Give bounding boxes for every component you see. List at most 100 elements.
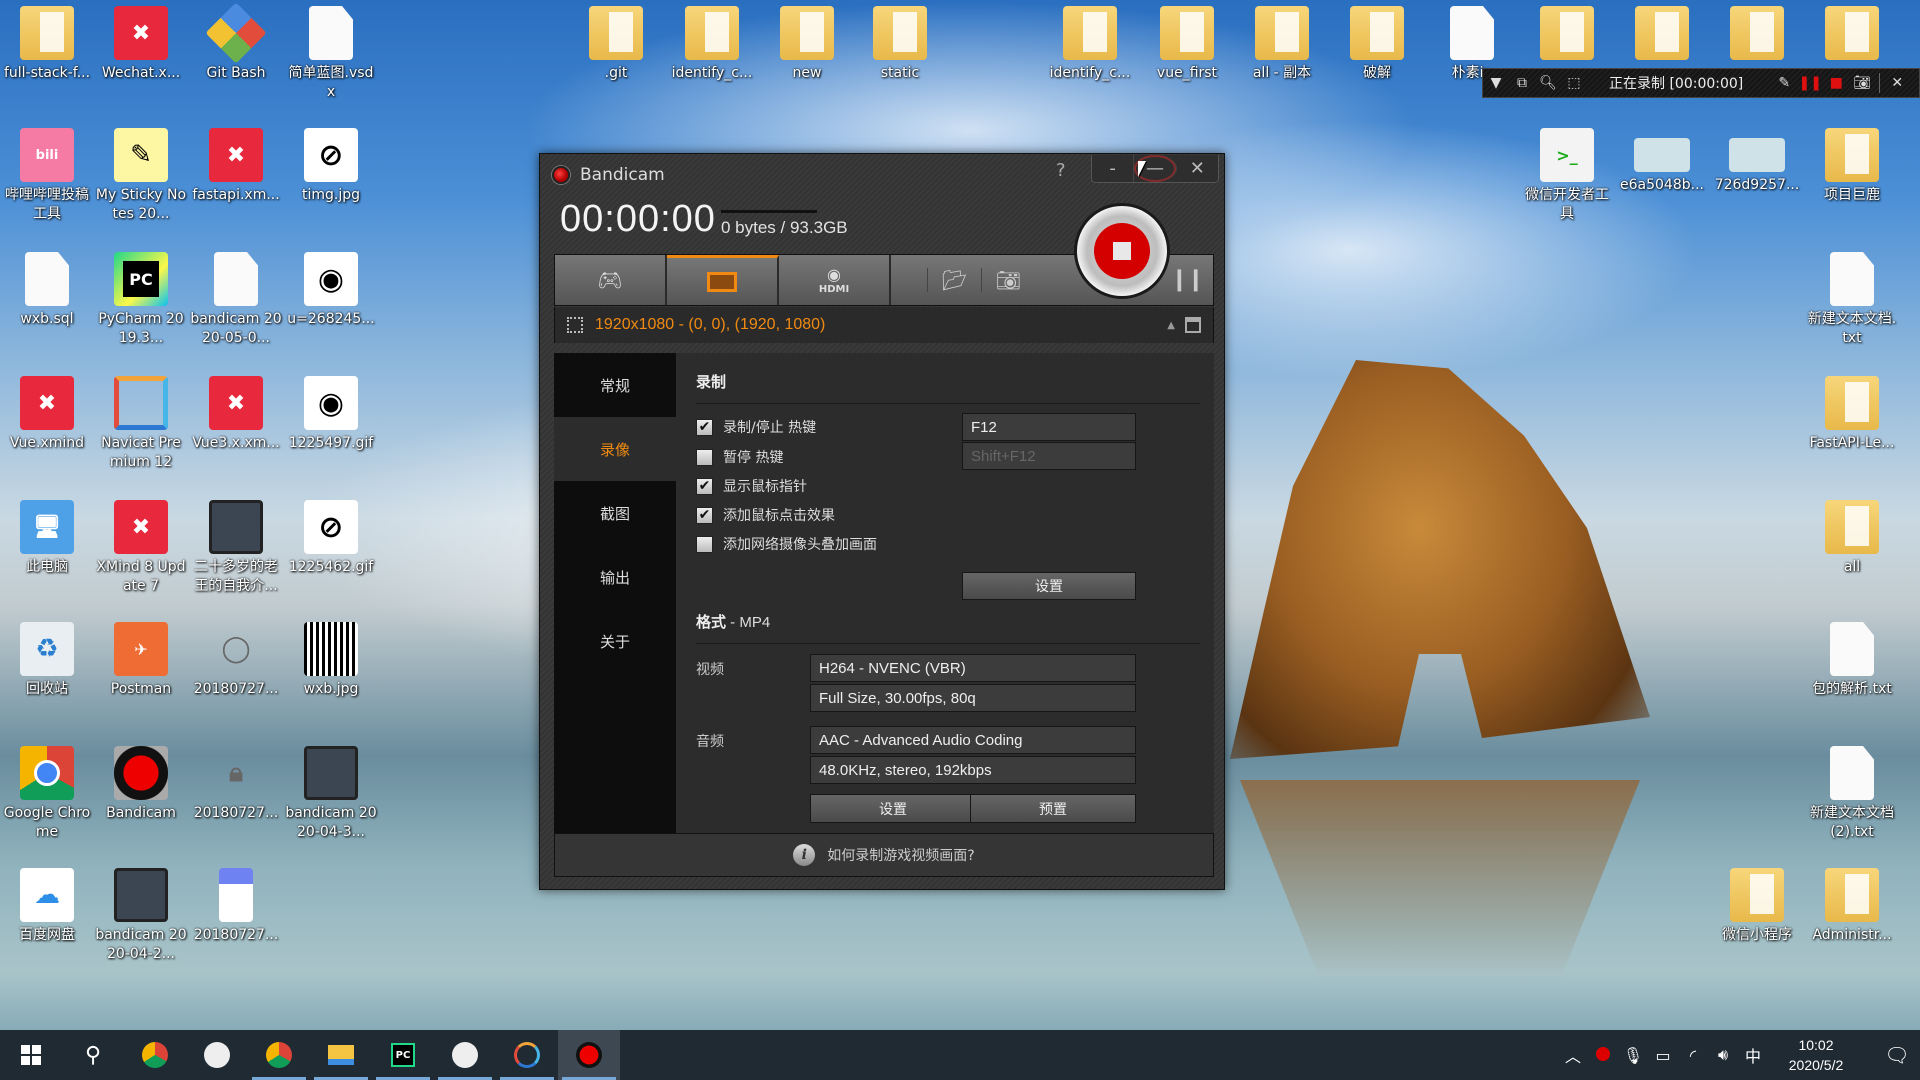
desktop-icon[interactable]: PC PyCharm 2019.3... — [95, 252, 187, 348]
desktop-icon[interactable]: e6a5048b... — [1616, 128, 1708, 195]
search-button[interactable]: ⚲ — [62, 1030, 124, 1080]
help-link[interactable]: 如何录制游戏视频画面? — [827, 845, 974, 865]
taskbar-chrome[interactable] — [124, 1030, 186, 1080]
desktop-icon[interactable]: 项目巨鹿 — [1806, 128, 1898, 205]
help-button[interactable]: ? — [1056, 160, 1066, 181]
desktop-icon[interactable]: vue_first — [1141, 6, 1233, 83]
window-icon[interactable]: ⧉ — [1509, 75, 1535, 91]
presets-button[interactable]: 预置 — [970, 794, 1136, 823]
checkbox-box[interactable] — [696, 448, 713, 466]
checkbox-record-hotkey[interactable]: ✔ 录制/停止 热键 — [696, 417, 816, 437]
desktop-icon[interactable]: Navicat Premium 12 — [95, 376, 187, 472]
desktop-icon[interactable]: 726d9257... — [1711, 128, 1803, 195]
sidebar-item-video[interactable]: 录像 — [554, 417, 676, 481]
start-button[interactable] — [0, 1030, 62, 1080]
desktop-icon[interactable]: ⊘ timg.jpg — [285, 128, 377, 205]
taskbar-file-explorer[interactable] — [310, 1030, 372, 1080]
title-bar[interactable]: Bandicam — [552, 162, 665, 188]
desktop-icon[interactable]: ♻ 回收站 — [1, 622, 93, 699]
desktop-icon[interactable]: bili 哔哩哔哩投稿工具 — [1, 128, 93, 224]
desktop-icon[interactable]: bandicam 2020-05-0... — [190, 252, 282, 348]
tab-device-mode[interactable]: ◉ HDMI — [779, 255, 891, 305]
desktop-icon[interactable] — [1616, 6, 1708, 60]
desktop-icon[interactable] — [1806, 6, 1898, 60]
desktop-icon[interactable]: ✖ XMind 8 Update 7 — [95, 500, 187, 596]
notification-center-icon[interactable]: 🗨︎ — [1874, 1043, 1920, 1067]
desktop-icon[interactable]: new — [761, 6, 853, 83]
taskbar-pycharm[interactable]: PC — [372, 1030, 434, 1080]
close-icon[interactable]: ✕ — [1884, 75, 1910, 91]
desktop-icon[interactable]: bandicam 2020-04-2... — [95, 868, 187, 964]
desktop-icon[interactable]: >_ 微信开发者工具 — [1521, 128, 1613, 224]
checkbox-box[interactable]: ✔ — [696, 418, 713, 436]
desktop-icon[interactable]: identify_c... — [666, 6, 758, 83]
taskbar-wechat-devtools[interactable] — [186, 1030, 248, 1080]
desktop-icon[interactable]: ✎ My Sticky Notes 20... — [95, 128, 187, 224]
checkbox-box[interactable]: ✔ — [696, 506, 713, 524]
show-hidden-icons-chevron-icon[interactable]: ︿ — [1558, 1043, 1588, 1067]
open-folder-icon[interactable]: 📂︎ — [927, 268, 981, 292]
mini-mode-button[interactable]: - — [1092, 155, 1135, 182]
checkbox-click-effect[interactable]: ✔ 添加鼠标点击效果 — [696, 505, 835, 525]
desktop-icon[interactable]: ⊘ 1225462.gif — [285, 500, 377, 577]
region-icon[interactable]: ⬚ — [1561, 75, 1587, 91]
desktop-icon[interactable]: ✖ fastapi.xm... — [190, 128, 282, 205]
taskbar-bandicam[interactable] — [558, 1030, 620, 1080]
desktop-icon[interactable]: 🖥︎ 此电脑 — [1, 500, 93, 577]
tab-screen-mode[interactable] — [667, 255, 779, 305]
desktop-icon[interactable]: 包的解析.txt — [1806, 622, 1898, 699]
sidebar-item-about[interactable]: 关于 — [554, 609, 676, 673]
desktop-icon[interactable]: ✈ Postman — [95, 622, 187, 699]
tab-game-mode[interactable]: 🎮︎ — [555, 255, 667, 305]
camera-icon[interactable]: 📷︎ — [1849, 75, 1875, 91]
collapse-arrow-icon[interactable]: ▲ — [1167, 320, 1175, 331]
pause-button[interactable]: ❙❙ — [1170, 267, 1205, 292]
taskbar-chrome-2[interactable] — [248, 1030, 310, 1080]
checkbox-webcam-overlay[interactable]: 添加网络摄像头叠加画面 — [696, 534, 877, 554]
close-button[interactable]: ✕ — [1177, 155, 1218, 182]
record-stop-button[interactable] — [1074, 203, 1170, 299]
sidebar-item-image[interactable]: 截图 — [554, 481, 676, 545]
desktop-icon[interactable]: ◉ u=268245... — [285, 252, 377, 329]
sidebar-item-output[interactable]: 输出 — [554, 545, 676, 609]
desktop-icon[interactable]: Google Chrome — [1, 746, 93, 842]
taskbar-navicat[interactable] — [496, 1030, 558, 1080]
record-hotkey-field[interactable]: F12 — [962, 413, 1136, 441]
format-settings-button[interactable]: 设置 — [810, 794, 976, 823]
desktop-icon[interactable] — [1711, 6, 1803, 60]
bandicam-tray-icon[interactable] — [1588, 1046, 1618, 1065]
desktop-icon[interactable]: ✖ Vue.xmind — [1, 376, 93, 453]
desktop-icon[interactable]: 新建文本文档 (2).txt — [1806, 746, 1898, 842]
zoom-icon[interactable]: 🔍︎ — [1535, 75, 1561, 91]
desktop-icon[interactable]: 🔒︎ 20180727... — [190, 746, 282, 823]
pencil-icon[interactable]: ✎ — [1771, 75, 1797, 91]
desktop-icon[interactable]: ◉ 1225497.gif — [285, 376, 377, 453]
dropdown-icon[interactable]: ▼ — [1483, 75, 1509, 91]
desktop-icon[interactable]: wxb.jpg — [285, 622, 377, 699]
desktop-icon[interactable]: static — [854, 6, 946, 83]
checkbox-show-cursor[interactable]: ✔ 显示鼠标指针 — [696, 476, 807, 496]
desktop-icon[interactable]: FastAPI-Le... — [1806, 376, 1898, 453]
battery-icon[interactable]: ▭ — [1648, 1046, 1678, 1065]
desktop-icon[interactable]: all — [1806, 500, 1898, 577]
region-select-icon[interactable] — [567, 317, 583, 333]
desktop-icon[interactable]: ◯ 20180727... — [190, 622, 282, 699]
microphone-icon[interactable]: 🎙︎ — [1618, 1046, 1648, 1065]
desktop-icon[interactable] — [1521, 6, 1613, 60]
screenshot-camera-icon[interactable]: 📷︎ — [981, 268, 1035, 292]
help-footer[interactable]: i 如何录制游戏视频画面? — [554, 833, 1214, 877]
stop-icon[interactable]: ■ — [1823, 75, 1849, 91]
desktop-icon[interactable]: 简单蓝图.vsdx — [285, 6, 377, 102]
checkbox-pause-hotkey[interactable]: 暂停 热键 — [696, 447, 783, 467]
checkbox-box[interactable] — [696, 535, 713, 553]
desktop-icon[interactable]: full-stack-f... — [1, 6, 93, 83]
desktop-icon[interactable]: all - 副本 — [1236, 6, 1328, 83]
taskbar-wechat-devtools-2[interactable] — [434, 1030, 496, 1080]
desktop-icon[interactable]: 20180727... — [190, 868, 282, 945]
checkbox-box[interactable]: ✔ — [696, 477, 713, 495]
desktop-icon[interactable]: 破解 — [1331, 6, 1423, 83]
sidebar-item-general[interactable]: 常规 — [554, 353, 676, 417]
volume-icon[interactable]: 🔊︎ — [1708, 1045, 1738, 1065]
desktop-icon[interactable]: .git — [570, 6, 662, 83]
desktop-icon[interactable]: wxb.sql — [1, 252, 93, 329]
